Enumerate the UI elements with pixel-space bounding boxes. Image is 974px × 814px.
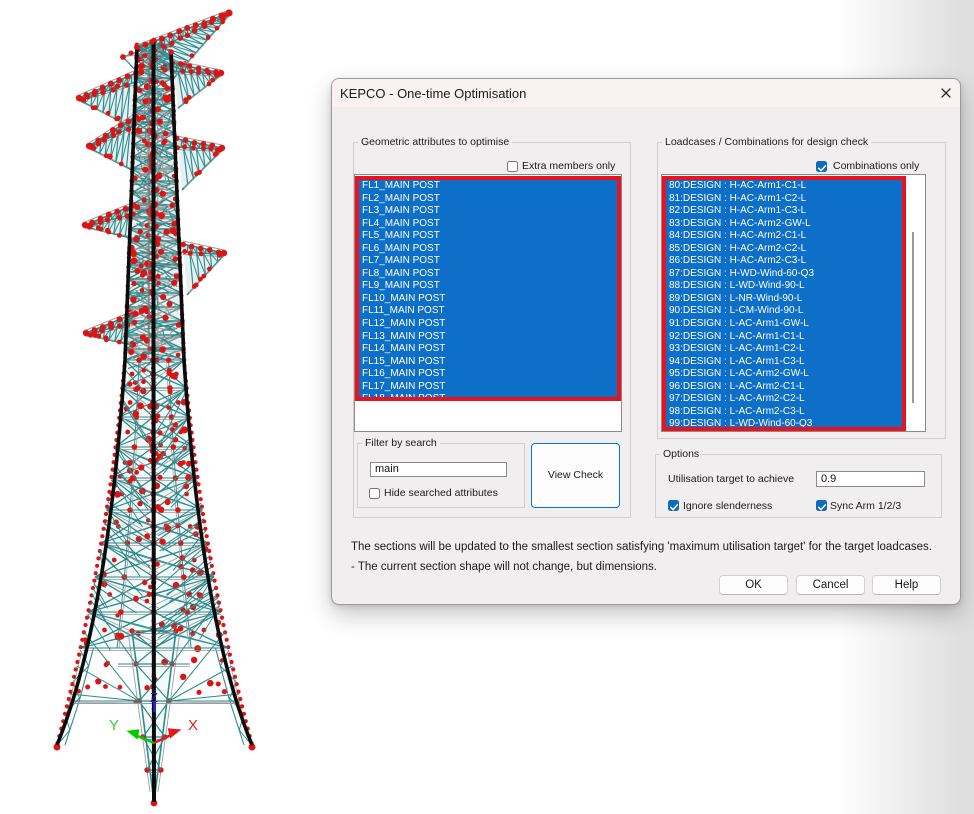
svg-text:X: X: [188, 717, 198, 734]
svg-text:Z: Z: [150, 690, 158, 705]
svg-text:Y: Y: [109, 717, 119, 734]
